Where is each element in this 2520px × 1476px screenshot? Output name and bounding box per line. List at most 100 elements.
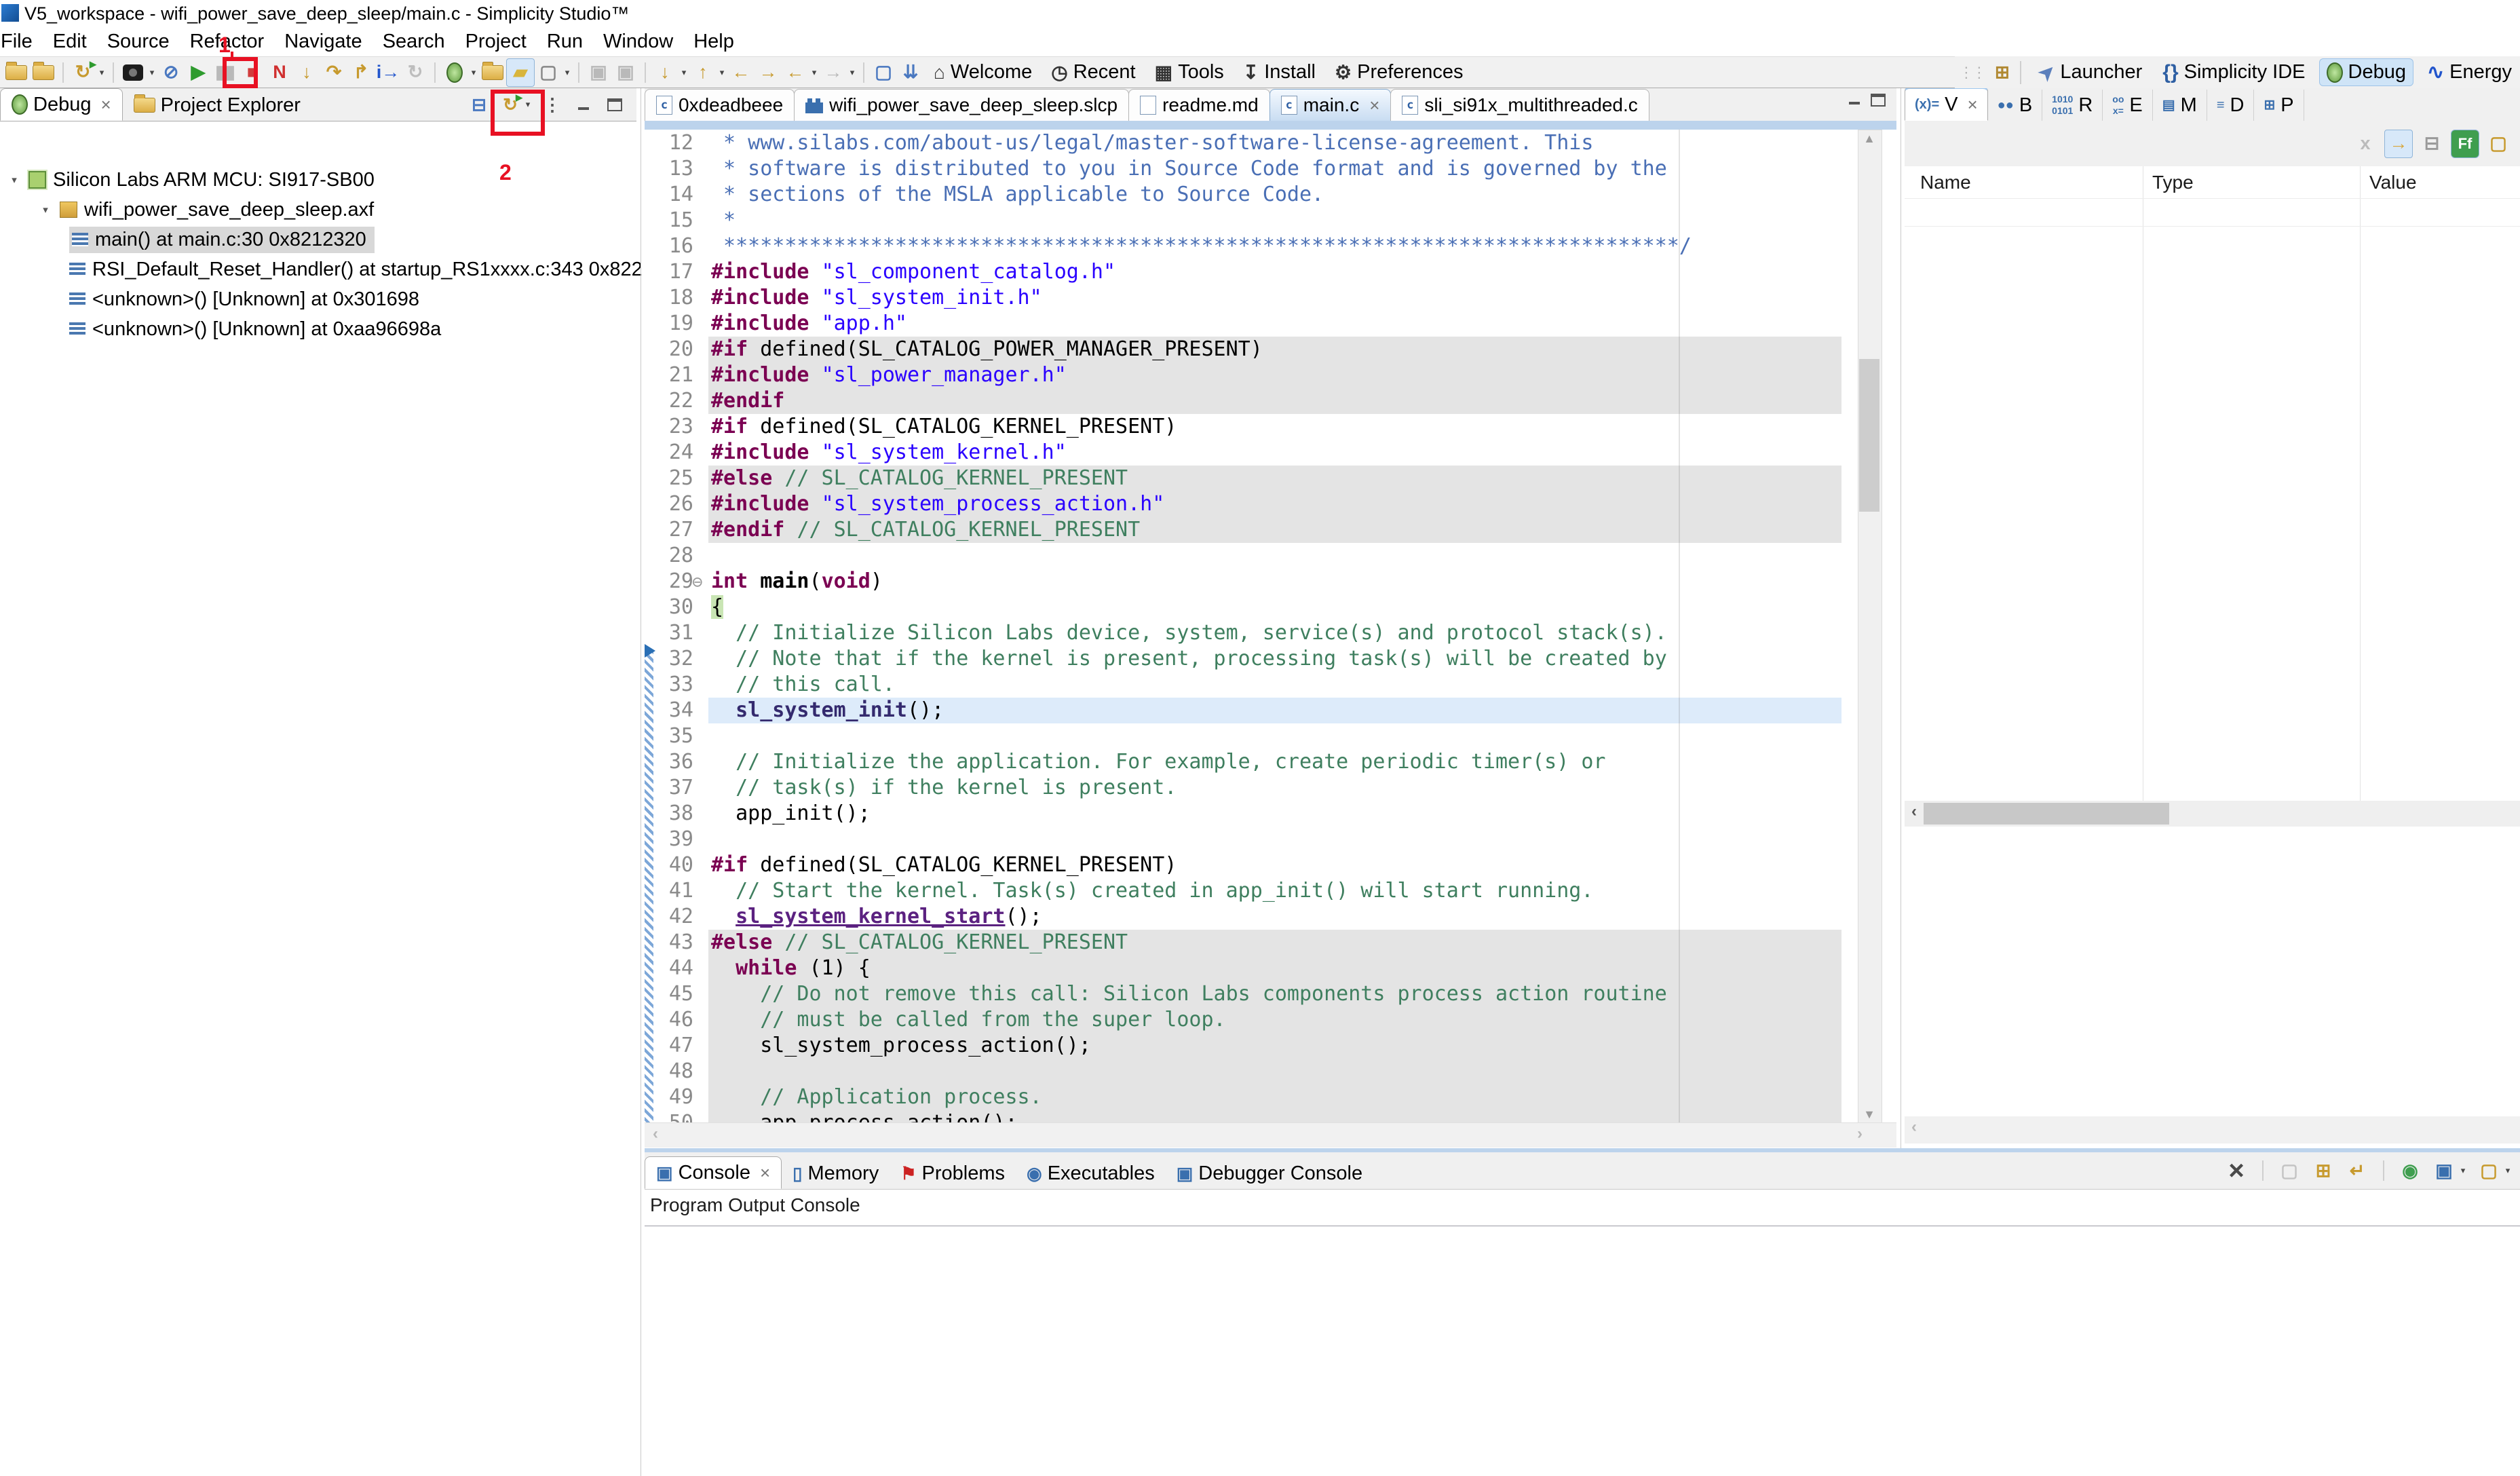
tab-project-explorer[interactable]: Project Explorer — [123, 90, 311, 121]
menu-edit[interactable]: Edit — [43, 31, 97, 53]
scroll-down-icon[interactable]: ▼ — [1858, 1108, 1880, 1122]
dropdown-arrow-icon[interactable]: ▾ — [468, 67, 479, 78]
column-header-name[interactable]: Name — [1920, 172, 1971, 193]
code-area[interactable]: 12 * www.silabs.com/about-us/legal/maste… — [645, 130, 1896, 1122]
tree-row[interactable]: ▾wifi_power_save_deep_sleep.axf — [38, 195, 374, 225]
editor-horizontal-scrollbar[interactable]: ‹ › — [645, 1122, 1896, 1148]
perspective-energy[interactable]: ∿Energy — [2420, 58, 2519, 86]
tab-problems[interactable]: ⚑Problems — [890, 1158, 1016, 1189]
minimize-button[interactable] — [571, 92, 596, 117]
open-perspective-button[interactable]: ⊞ — [1989, 60, 2016, 85]
tab-console[interactable]: ▣Console× — [645, 1156, 782, 1189]
next-annotation-button[interactable]: ↓▾ — [651, 59, 689, 86]
last-edit-location-button[interactable]: ← — [727, 59, 755, 86]
step-into-button[interactable]: ↓ — [293, 59, 320, 86]
scroll-left-icon[interactable]: ‹ — [653, 1124, 658, 1143]
tab-debugger-console[interactable]: ▣Debugger Console — [1166, 1158, 1373, 1189]
show-type-names-button[interactable]: x — [2352, 130, 2379, 157]
previous-annotation-button[interactable]: ↑▾ — [689, 59, 727, 86]
open-resource-button[interactable] — [30, 59, 57, 86]
maximize-icon[interactable] — [1871, 94, 1886, 107]
modules-tab[interactable]: ▤M — [2153, 90, 2207, 121]
editor-tab-wifi-power-save-deep-sleep-slcp[interactable]: wifi_power_save_deep_sleep.slcp — [794, 89, 1129, 121]
reset-device-button[interactable]: ↻▶▾ — [69, 59, 107, 86]
update-software-button[interactable]: ⇊ — [897, 59, 924, 86]
menu-help[interactable]: Help — [683, 31, 744, 53]
editor-tab-main-c[interactable]: cmain.c× — [1269, 89, 1392, 121]
perspective-debug[interactable]: Debug — [2319, 58, 2413, 86]
tab-memory[interactable]: ▯Memory — [782, 1158, 890, 1189]
tree-row[interactable]: <unknown>() [Unknown] at 0xaa96698a — [69, 314, 441, 344]
close-icon[interactable]: × — [1967, 94, 1977, 115]
drop-to-frame-button[interactable]: ↻ — [402, 59, 429, 86]
open-project-button[interactable] — [479, 59, 506, 86]
scroll-up-icon[interactable]: ▲ — [1858, 132, 1880, 146]
new-file-button[interactable]: ▢▾ — [535, 59, 573, 86]
detail-horizontal-scrollbar[interactable]: ‹ — [1905, 1116, 2520, 1143]
display-selected-console-button[interactable]: ▣▾ — [2430, 1157, 2468, 1184]
preferences-link[interactable]: ⚙Preferences — [1335, 61, 1463, 83]
scroll-left-icon[interactable]: ‹ — [1911, 1118, 1917, 1137]
save-all-button[interactable]: ▣ — [612, 59, 639, 86]
dropdown-arrow-icon[interactable]: ▾ — [2502, 1165, 2513, 1176]
dropdown-arrow-icon[interactable]: ▾ — [717, 67, 727, 78]
pin-console-button[interactable]: ◉ — [2397, 1157, 2424, 1184]
close-icon[interactable]: × — [1369, 95, 1379, 116]
scroll-right-icon[interactable]: › — [1857, 1124, 1863, 1143]
menu-project[interactable]: Project — [455, 31, 537, 53]
menu-navigate[interactable]: Navigate — [274, 31, 372, 53]
close-icon[interactable]: × — [760, 1162, 770, 1184]
open-new-view-button[interactable]: ▢ — [870, 59, 897, 86]
editor-vertical-scrollbar[interactable]: ▲ ▼ — [1858, 130, 1882, 1124]
capture-screenshot-button[interactable]: ▾ — [119, 59, 157, 86]
scroll-left-icon[interactable]: ‹ — [1911, 802, 1917, 821]
menu-run[interactable]: Run — [537, 31, 593, 53]
tab-debug[interactable]: Debug× — [0, 88, 123, 121]
recent-link[interactable]: ◷Recent — [1051, 61, 1135, 83]
new-wizard-button[interactable] — [3, 59, 30, 86]
open-new-view-button[interactable]: ▢ — [2485, 130, 2512, 157]
collapse-all-button[interactable]: ⊟ — [2418, 130, 2445, 157]
fold-marker-icon[interactable]: ⊖ — [692, 569, 703, 595]
scroll-lock-button[interactable]: ⊞ — [2310, 1157, 2337, 1184]
connect-target-button[interactable]: ⊘ — [157, 59, 185, 86]
install-link[interactable]: ↧Install — [1243, 61, 1316, 83]
word-wrap-button[interactable]: ↵ — [2344, 1157, 2371, 1184]
dropdown-arrow-icon[interactable]: ▾ — [847, 67, 858, 78]
resume-button[interactable]: ▶ — [185, 59, 212, 86]
disconnect-button[interactable]: N — [266, 59, 293, 86]
close-icon[interactable]: × — [100, 94, 111, 115]
tree-row[interactable]: <unknown>() [Unknown] at 0x301698 — [69, 284, 419, 314]
menu-source[interactable]: Source — [97, 31, 180, 53]
tree-row[interactable]: main() at main.c:30 0x8212320 — [69, 225, 375, 254]
tree-row[interactable]: ▾Silicon Labs ARM MCU: SI917-SB00 — [7, 165, 375, 195]
menu-search[interactable]: Search — [373, 31, 455, 53]
dropdown-arrow-icon[interactable]: ▾ — [679, 67, 689, 78]
scrollbar-thumb[interactable] — [1924, 803, 2169, 825]
expressions-tab[interactable]: oo x=E — [2103, 90, 2152, 121]
debug-button[interactable]: ▾ — [441, 59, 479, 86]
step-return-button[interactable]: ↱ — [347, 59, 375, 86]
perspective-launcher[interactable]: ➤Launcher — [2032, 59, 2149, 86]
show-fpu-registers-button[interactable]: Ff — [2451, 130, 2479, 158]
save-button[interactable]: ▣ — [585, 59, 612, 86]
collapse-all-button[interactable]: ⊟ — [467, 92, 491, 117]
maximize-button[interactable] — [603, 92, 627, 117]
dropdown-arrow-icon[interactable]: ▾ — [96, 67, 107, 78]
chevron-down-icon[interactable]: ▾ — [7, 174, 22, 186]
chevron-down-icon[interactable]: ▾ — [38, 204, 53, 216]
menu-window[interactable]: Window — [593, 31, 683, 53]
dropdown-arrow-icon[interactable]: ▾ — [147, 67, 157, 78]
editor-tab-sli-si91x-multithreaded-c[interactable]: csli_si91x_multithreaded.c — [1390, 89, 1649, 121]
column-header-type[interactable]: Type — [2152, 172, 2194, 193]
perspective-simplicity-ide[interactable]: {}Simplicity IDE — [2156, 59, 2312, 86]
back-button[interactable]: ←▾ — [782, 59, 820, 86]
mark-occurrences-button[interactable]: ▰ — [506, 58, 535, 87]
variables-detail-pane[interactable] — [1905, 827, 2520, 1116]
dropdown-arrow-icon[interactable]: ▾ — [809, 67, 820, 78]
dropdown-arrow-icon[interactable]: ▾ — [562, 67, 573, 78]
editor-tab-readme-md[interactable]: readme.md — [1128, 89, 1270, 121]
menu-file[interactable]: File — [0, 31, 43, 53]
tree-row[interactable]: RSI_Default_Reset_Handler() at startup_R… — [69, 254, 643, 284]
peripherals-tab[interactable]: ⊞P — [2254, 90, 2304, 121]
